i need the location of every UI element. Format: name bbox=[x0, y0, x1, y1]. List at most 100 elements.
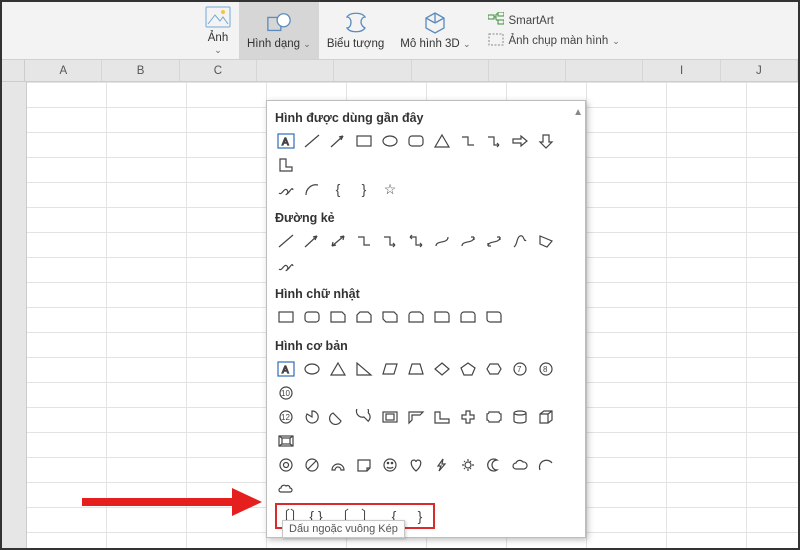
shape-parallelogram[interactable] bbox=[379, 359, 401, 379]
shape-arc[interactable] bbox=[301, 179, 323, 199]
shape-cloud[interactable] bbox=[509, 455, 531, 475]
shape-oval[interactable] bbox=[379, 131, 401, 151]
shape-brace-left[interactable]: { bbox=[327, 179, 349, 199]
shape-can[interactable] bbox=[509, 407, 531, 427]
shape-rect2[interactable] bbox=[275, 307, 297, 327]
shape-tri-right[interactable] bbox=[353, 359, 375, 379]
col-B[interactable]: B bbox=[102, 60, 179, 81]
shape-tri[interactable] bbox=[327, 359, 349, 379]
shape-scribble2[interactable] bbox=[275, 255, 297, 275]
shape-round1[interactable] bbox=[431, 307, 453, 327]
col-hidden[interactable] bbox=[334, 60, 411, 81]
shape-heart[interactable] bbox=[405, 455, 427, 475]
shape-teardrop[interactable] bbox=[353, 407, 375, 427]
shape-curve[interactable] bbox=[431, 231, 453, 251]
shape-arrow-right[interactable] bbox=[509, 131, 531, 151]
shape-pentagon[interactable] bbox=[457, 359, 479, 379]
col-A[interactable]: A bbox=[25, 60, 102, 81]
shape-line[interactable] bbox=[301, 131, 323, 151]
section-recent-title: Hình được dùng gần đây bbox=[273, 107, 581, 131]
3d-models-button[interactable]: Mô hình 3D ⌄ bbox=[392, 2, 478, 59]
shape-cross[interactable] bbox=[457, 407, 479, 427]
shape-snip-round[interactable] bbox=[405, 307, 427, 327]
shape-snip-diag[interactable] bbox=[379, 307, 401, 327]
shape-elbow[interactable] bbox=[353, 231, 375, 251]
shape-cube[interactable] bbox=[535, 407, 557, 427]
shape-elbow-arrow[interactable] bbox=[379, 231, 401, 251]
shape-textbox2[interactable]: A bbox=[275, 359, 297, 379]
shape-connector-arrow[interactable] bbox=[483, 131, 505, 151]
shape-triangle[interactable] bbox=[431, 131, 453, 151]
col-C[interactable]: C bbox=[180, 60, 257, 81]
shape-snip2[interactable] bbox=[353, 307, 375, 327]
shape-rounded-rect[interactable] bbox=[405, 131, 427, 151]
shape-rect[interactable] bbox=[353, 131, 375, 151]
ribbon: Ảnh⌄ Hình dạng ⌄ Biểu tượng Mô hình 3D ⌄… bbox=[2, 2, 798, 60]
shape-block-arc[interactable] bbox=[327, 455, 349, 475]
images-button[interactable]: Ảnh⌄ bbox=[197, 2, 239, 59]
screenshot-icon bbox=[488, 33, 504, 49]
smartart-button[interactable]: SmartArt bbox=[488, 12, 619, 29]
shape-line-double[interactable] bbox=[327, 231, 349, 251]
shape-snip1[interactable] bbox=[327, 307, 349, 327]
shape-arrow-down[interactable] bbox=[535, 131, 557, 151]
col-hidden[interactable] bbox=[566, 60, 643, 81]
col-hidden[interactable] bbox=[489, 60, 566, 81]
svg-text:10: 10 bbox=[281, 389, 290, 398]
icons-button[interactable]: Biểu tượng bbox=[319, 2, 392, 59]
shape-star[interactable]: ☆ bbox=[379, 179, 401, 199]
shape-plaque[interactable] bbox=[483, 407, 505, 427]
ribbon-side: SmartArt Ảnh chụp màn hình ⌄ bbox=[478, 2, 629, 59]
shape-octagon[interactable]: 8 bbox=[535, 359, 557, 379]
shape-heptagon[interactable]: 7 bbox=[509, 359, 531, 379]
shape-frame[interactable] bbox=[379, 407, 401, 427]
shape-round2-same[interactable] bbox=[457, 307, 479, 327]
shape-moon[interactable] bbox=[483, 455, 505, 475]
col-hidden[interactable] bbox=[257, 60, 334, 81]
shape-curve-arrow[interactable] bbox=[457, 231, 479, 251]
shape-connector[interactable] bbox=[457, 131, 479, 151]
shape-L[interactable] bbox=[275, 155, 297, 175]
shape-noentry[interactable] bbox=[301, 455, 323, 475]
shape-hexagon[interactable] bbox=[483, 359, 505, 379]
svg-text:7: 7 bbox=[517, 365, 522, 374]
shape-textbox[interactable]: A bbox=[275, 131, 297, 151]
shape-dodecagon[interactable]: 12 bbox=[275, 407, 297, 427]
scroll-up-icon[interactable]: ▲ bbox=[573, 107, 583, 118]
shape-diamond[interactable] bbox=[431, 359, 453, 379]
shape-line-arrow[interactable] bbox=[301, 231, 323, 251]
shape-sun[interactable] bbox=[457, 455, 479, 475]
shape-lightning[interactable] bbox=[431, 455, 453, 475]
shape-arc2[interactable] bbox=[535, 455, 557, 475]
shape-cloud2[interactable] bbox=[275, 479, 297, 499]
shapes-button[interactable]: Hình dạng ⌄ bbox=[239, 2, 319, 59]
shape-smiley[interactable] bbox=[379, 455, 401, 475]
screenshot-button[interactable]: Ảnh chụp màn hình ⌄ bbox=[488, 33, 619, 49]
shape-scribble[interactable] bbox=[275, 179, 297, 199]
shape-folded[interactable] bbox=[353, 455, 375, 475]
shape-freeform-wave[interactable] bbox=[509, 231, 531, 251]
col-hidden[interactable] bbox=[412, 60, 489, 81]
cube-icon bbox=[422, 10, 448, 36]
shape-decagon[interactable]: 10 bbox=[275, 383, 297, 403]
shape-round-rect[interactable] bbox=[301, 307, 323, 327]
shape-elbow-double[interactable] bbox=[405, 231, 427, 251]
shape-trapezoid[interactable] bbox=[405, 359, 427, 379]
col-I[interactable]: I bbox=[643, 60, 720, 81]
shape-curve-double[interactable] bbox=[483, 231, 505, 251]
shape-line2[interactable] bbox=[275, 231, 297, 251]
icons-label: Biểu tượng bbox=[327, 38, 384, 51]
shape-right-brace[interactable]: } bbox=[409, 506, 431, 526]
shape-freeform-closed[interactable] bbox=[535, 231, 557, 251]
shape-oval2[interactable] bbox=[301, 359, 323, 379]
shape-arrow-line[interactable] bbox=[327, 131, 349, 151]
shape-donut[interactable] bbox=[275, 455, 297, 475]
shape-pie[interactable] bbox=[301, 407, 323, 427]
shape-round2-diag[interactable] bbox=[483, 307, 505, 327]
col-J[interactable]: J bbox=[721, 60, 798, 81]
shape-half-frame[interactable] bbox=[405, 407, 427, 427]
shape-brace-right[interactable]: } bbox=[353, 179, 375, 199]
shape-bevel[interactable] bbox=[275, 431, 297, 451]
shape-Lcorner[interactable] bbox=[431, 407, 453, 427]
shape-chord[interactable] bbox=[327, 407, 349, 427]
